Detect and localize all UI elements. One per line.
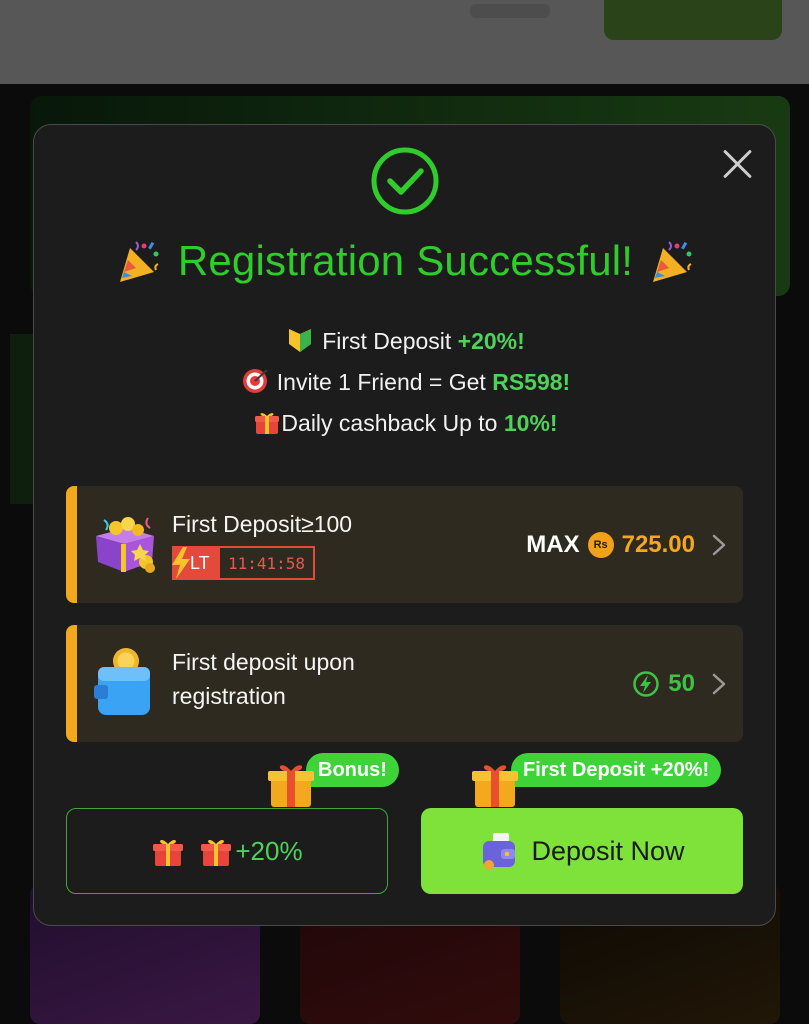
bonus-amount: 50	[632, 625, 727, 742]
wallet-coin-icon	[94, 648, 150, 715]
chevron-right-icon[interactable]	[711, 672, 727, 696]
promo-invite-friend: Invite 1 Friend = Get RS598!	[34, 362, 777, 403]
first-deposit-tag: First Deposit +20%!	[511, 753, 722, 787]
first-deposit-reward-card[interactable]: First Deposit≥100 LT 11:41:58 MAX Rs 725…	[66, 486, 743, 603]
promo-highlight: +20%	[457, 328, 518, 354]
promo-suffix: !	[517, 328, 525, 354]
chevron-right-icon[interactable]	[711, 533, 727, 557]
promo-highlight: RS598!	[492, 369, 571, 395]
bonus-button-label: +20%	[199, 834, 303, 868]
countdown-timer: 11:41:58	[220, 546, 316, 580]
rupee-coin-icon: Rs	[587, 531, 614, 558]
reward-amount: MAX Rs 725.00	[526, 486, 727, 603]
reward-label: First Deposit≥100	[172, 511, 353, 537]
wallet-icon	[483, 833, 516, 870]
modal-title: Registration Successful!	[177, 237, 634, 284]
gift-icon	[201, 839, 232, 866]
target-icon	[242, 369, 268, 393]
registration-deposit-card[interactable]: First deposit upon registration 50	[66, 625, 743, 742]
gift-box-icon	[472, 765, 518, 807]
deposit-now-label: Deposit Now	[531, 835, 685, 866]
max-label: MAX	[526, 530, 580, 558]
limited-time-badge: LT 11:41:58	[172, 546, 316, 580]
lightning-icon	[172, 547, 190, 579]
gift-box-icon	[268, 765, 314, 807]
lightning-coin-icon	[633, 670, 660, 697]
gift-icon	[153, 839, 184, 866]
promo-text: Daily cashback Up to	[281, 410, 504, 436]
close-icon[interactable]	[720, 145, 756, 181]
promo-text: First Deposit	[322, 328, 458, 354]
bonus-button-value: +20%	[235, 835, 303, 866]
registration-success-modal: Registration Successful! First Deposit +…	[33, 124, 776, 926]
success-check-icon	[371, 147, 439, 215]
bonus-tag: Bonus!	[306, 753, 399, 787]
deposit-now-button[interactable]: Deposit Now	[421, 808, 743, 894]
treasure-gift-box-icon	[96, 517, 155, 573]
title-row: Registration Successful!	[34, 233, 777, 289]
bonus-value: 50	[668, 669, 695, 697]
promo-highlight: 10%!	[503, 410, 558, 436]
lt-label: LT	[172, 546, 220, 580]
card-accent-bar	[66, 486, 77, 603]
bonus-button[interactable]: +20%	[66, 808, 388, 894]
promo-text: Invite 1 Friend = Get	[276, 369, 493, 395]
party-popper-icon	[653, 241, 692, 282]
party-popper-icon	[119, 241, 159, 282]
beginner-shield-icon	[289, 329, 312, 352]
promo-list: First Deposit +20%! Invite 1 Friend = Ge…	[34, 321, 777, 444]
reward-label: First deposit upon registration	[172, 649, 355, 709]
promo-daily-cashback: Daily cashback Up to 10%!	[34, 403, 777, 444]
max-amount: 725.00	[621, 530, 695, 558]
card-accent-bar	[66, 625, 77, 742]
gift-icon	[255, 413, 280, 434]
promo-first-deposit: First Deposit +20%!	[34, 321, 777, 362]
lt-text: LT	[190, 552, 210, 573]
